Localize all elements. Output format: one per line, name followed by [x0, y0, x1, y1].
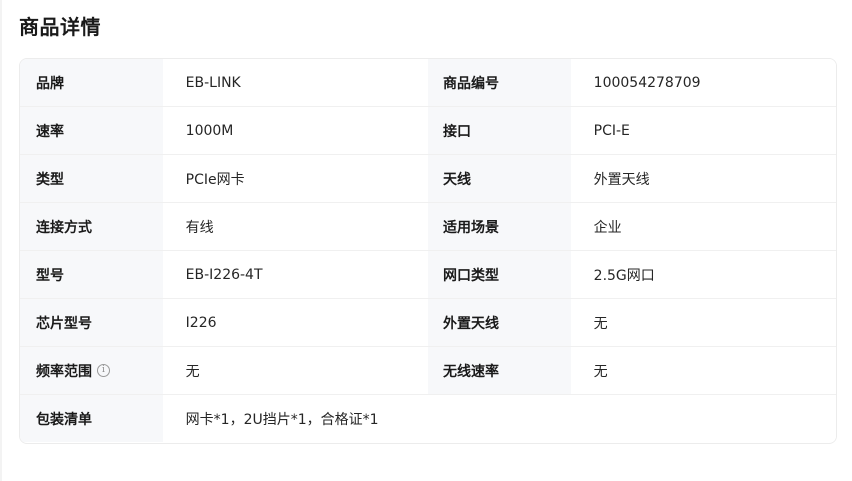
- spec-row: 类型 PCIe网卡 天线 外置天线: [20, 155, 836, 203]
- spec-label-with-info: 频率范围 i: [20, 347, 163, 394]
- spec-label: 网口类型: [428, 251, 571, 298]
- spec-label: 接口: [428, 107, 571, 154]
- spec-row: 品牌 EB-LINK 商品编号 100054278709: [20, 59, 836, 107]
- spec-value: 企业: [570, 203, 836, 250]
- spec-label: 型号: [20, 251, 163, 298]
- spec-label: 无线速率: [428, 347, 571, 394]
- spec-label: 适用场景: [428, 203, 571, 250]
- spec-label: 外置天线: [428, 299, 571, 346]
- spec-label: 天线: [428, 155, 571, 202]
- spec-label-text: 频率范围: [36, 363, 92, 380]
- spec-value: 网卡*1，2U挡片*1，合格证*1: [162, 395, 836, 442]
- spec-value: 无: [570, 299, 836, 346]
- spec-row: 型号 EB-I226-4T 网口类型 2.5G网口: [20, 251, 836, 299]
- spec-label: 包装清单: [20, 395, 163, 442]
- spec-value: 无: [162, 347, 428, 394]
- spec-value: 外置天线: [570, 155, 836, 202]
- spec-value: 2.5G网口: [570, 251, 836, 298]
- section-title: 商品详情: [19, 15, 101, 39]
- spec-label: 类型: [20, 155, 163, 202]
- spec-value: 有线: [162, 203, 428, 250]
- spec-value: 100054278709: [570, 59, 836, 106]
- spec-row: 连接方式 有线 适用场景 企业: [20, 203, 836, 251]
- spec-row: 芯片型号 I226 外置天线 无: [20, 299, 836, 347]
- spec-value: 1000M: [162, 107, 428, 154]
- spec-value: 无: [570, 347, 836, 394]
- spec-table: 品牌 EB-LINK 商品编号 100054278709 速率 1000M 接口…: [19, 58, 837, 444]
- left-divider: [0, 0, 2, 481]
- spec-label: 芯片型号: [20, 299, 163, 346]
- spec-value: EB-LINK: [162, 59, 428, 106]
- spec-row: 速率 1000M 接口 PCI-E: [20, 107, 836, 155]
- spec-label: 连接方式: [20, 203, 163, 250]
- spec-label: 品牌: [20, 59, 163, 106]
- spec-value: I226: [162, 299, 428, 346]
- spec-label: 商品编号: [428, 59, 571, 106]
- spec-value: PCIe网卡: [162, 155, 428, 202]
- spec-label: 速率: [20, 107, 163, 154]
- info-icon[interactable]: i: [97, 364, 110, 377]
- product-detail-page: 商品详情 品牌 EB-LINK 商品编号 100054278709 速率 100…: [0, 0, 852, 481]
- spec-row: 包装清单 网卡*1，2U挡片*1，合格证*1: [20, 395, 836, 442]
- spec-row: 频率范围 i 无 无线速率 无: [20, 347, 836, 395]
- spec-value: EB-I226-4T: [162, 251, 428, 298]
- spec-value: PCI-E: [570, 107, 836, 154]
